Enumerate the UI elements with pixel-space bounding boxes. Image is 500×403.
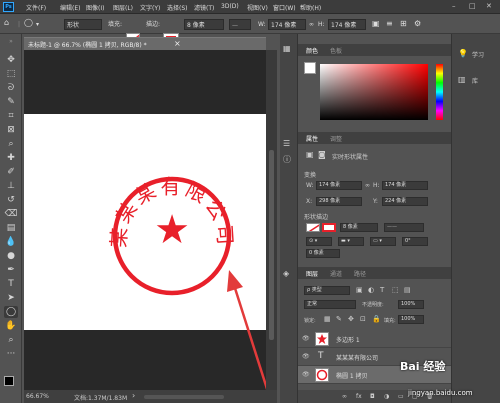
opacity-label: 不透明度: xyxy=(362,302,384,308)
annotation-arrow-head xyxy=(227,270,243,292)
learn-button[interactable]: 💡 学习 xyxy=(458,48,498,60)
right-panels: 颜色 色板 属性 调整 ▣ ◙ 实时形状属性 变换 W: 174 像素 ∞ H:… xyxy=(298,34,451,403)
visibility-eye-icon[interactable]: 👁 xyxy=(302,371,310,378)
live-shape-icon: ▣ xyxy=(306,150,314,159)
color-field[interactable] xyxy=(320,64,428,120)
lock-transparent-icon[interactable]: ▦ xyxy=(324,315,331,323)
filter-shape-icon[interactable]: ⬚ xyxy=(392,286,399,294)
polygon-layer-thumbnail xyxy=(315,332,329,346)
learn-panel: 💡 学习 ▥ 库 xyxy=(451,34,500,403)
mask-icon[interactable]: ◘ xyxy=(370,393,375,400)
visibility-eye-icon[interactable]: 👁 xyxy=(302,335,310,342)
fill-opacity-field[interactable]: 100% xyxy=(398,315,424,324)
filter-pixel-icon[interactable]: ▣ xyxy=(356,286,363,294)
prop-w-label: W: xyxy=(306,182,314,189)
text-layer-icon: T xyxy=(318,351,324,361)
watermark-brand: Bai 经验 xyxy=(400,360,446,373)
panel-foreground-swatch[interactable] xyxy=(304,62,316,74)
learn-icon: 💡 xyxy=(458,49,468,58)
star-icon xyxy=(317,334,327,344)
prop-stroke-type-select[interactable]: —— xyxy=(384,223,424,232)
properties-panel-icon[interactable]: ☰ xyxy=(283,139,290,148)
scrollbar-thumb[interactable] xyxy=(269,150,274,340)
prop-width-field[interactable]: 174 像素 xyxy=(316,181,362,190)
status-bar: 66.67% 文档:1.37M/1.83M › xyxy=(24,390,277,403)
prop-no-fill-icon xyxy=(308,224,319,231)
lock-artboard-icon[interactable]: ⊡ xyxy=(360,315,366,323)
layers-panel-icon[interactable]: ◈ xyxy=(283,269,289,278)
hue-slider[interactable] xyxy=(436,64,443,120)
prop-join-select[interactable]: ▭ ▾ xyxy=(370,237,396,246)
prop-offset-field[interactable]: 0 像素 xyxy=(306,249,340,258)
zoom-level[interactable]: 66.67% xyxy=(26,393,49,400)
lock-position-icon[interactable]: ✥ xyxy=(348,315,354,323)
prop-align-select[interactable]: ⊙ ▾ xyxy=(306,237,332,246)
library-button[interactable]: ▥ 库 xyxy=(458,74,498,86)
filter-adjust-icon[interactable]: ◐ xyxy=(368,286,374,294)
tab-swatches[interactable]: 色板 xyxy=(330,46,342,55)
properties-panel-tabs: 属性 调整 xyxy=(298,132,451,144)
tab-paths[interactable]: 路径 xyxy=(354,269,366,278)
fx-icon[interactable]: fx xyxy=(356,393,362,400)
prop-x-label: X: xyxy=(306,198,313,205)
tab-color[interactable]: 颜色 xyxy=(306,46,318,55)
horizontal-scrollbar[interactable] xyxy=(144,395,224,399)
transform-section-label: 变换 xyxy=(304,172,317,179)
fill-opacity-label: 填充: xyxy=(384,318,396,324)
prop-stroke-swatch[interactable] xyxy=(322,223,336,232)
layer-row[interactable]: 👁 多边形 1 xyxy=(298,330,451,348)
layer-name: 某某某有限公司 xyxy=(336,355,379,362)
prop-h-label: H: xyxy=(373,182,380,189)
blend-mode-select[interactable]: 正常 xyxy=(304,300,356,309)
color-panel-tabs: 颜色 色板 xyxy=(298,44,451,56)
visibility-eye-icon[interactable]: 👁 xyxy=(302,353,310,360)
link-icon[interactable]: ∞ xyxy=(342,393,347,400)
prop-fill-swatch[interactable] xyxy=(306,223,320,232)
prop-y-label: Y: xyxy=(373,198,378,205)
library-icon: ▥ xyxy=(458,75,466,84)
status-menu-arrow-icon[interactable]: › xyxy=(132,391,135,400)
prop-x-field[interactable]: 298 像素 xyxy=(316,197,362,206)
learn-label: 学习 xyxy=(472,52,485,59)
tab-channels[interactable]: 通道 xyxy=(330,269,342,278)
vertical-scrollbar[interactable] xyxy=(266,50,277,390)
prop-height-field[interactable]: 174 像素 xyxy=(382,181,428,190)
layers-panel-tabs: 图层 通道 路径 xyxy=(298,267,451,279)
prop-rotation-field[interactable]: 0° xyxy=(402,237,428,246)
library-label: 库 xyxy=(472,78,479,85)
watermark-site: jingyan.baidu.com xyxy=(408,389,473,397)
filter-type-icon[interactable]: T xyxy=(380,286,384,294)
adjustment-icon[interactable]: ◑ xyxy=(384,393,389,400)
panel-icon-strip: ▦ ☰ ⓘ ◈ xyxy=(280,34,298,403)
tab-layers[interactable]: 图层 xyxy=(306,269,318,278)
filter-smart-icon[interactable]: ▤ xyxy=(404,286,411,294)
lock-all-icon[interactable]: 🔒 xyxy=(372,315,381,323)
annotation-arrow-shaft xyxy=(232,284,270,393)
opacity-field[interactable]: 100% xyxy=(398,300,424,309)
prop-link-icon[interactable]: ∞ xyxy=(365,182,370,189)
prop-stroke-width-field[interactable]: 8 像素 xyxy=(340,223,378,232)
layer-name: 椭圆 1 拷贝 xyxy=(336,373,368,380)
mask-icon: ◙ xyxy=(318,150,326,159)
info-panel-icon[interactable]: ⓘ xyxy=(283,154,291,165)
layer-filter-select[interactable]: ρ 类型 xyxy=(304,286,350,295)
circle-icon xyxy=(316,369,328,381)
tab-properties[interactable]: 属性 xyxy=(306,134,318,143)
history-panel-icon[interactable]: ▦ xyxy=(283,44,291,53)
prop-cap-select[interactable]: ▬ ▾ xyxy=(338,237,364,246)
layer-name: 多边形 1 xyxy=(336,337,360,344)
ellipse-layer-thumbnail xyxy=(315,368,329,382)
lock-pixels-icon[interactable]: ✎ xyxy=(336,315,342,323)
properties-header: 实时形状属性 xyxy=(332,154,369,161)
stroke-section-label: 形状描边 xyxy=(304,214,329,221)
document-info: 文档:1.37M/1.83M xyxy=(74,395,128,402)
tab-adjustments[interactable]: 调整 xyxy=(330,134,342,143)
folder-icon[interactable]: ▭ xyxy=(398,393,404,400)
lock-label: 锁定: xyxy=(304,318,316,324)
prop-y-field[interactable]: 224 像素 xyxy=(382,197,428,206)
